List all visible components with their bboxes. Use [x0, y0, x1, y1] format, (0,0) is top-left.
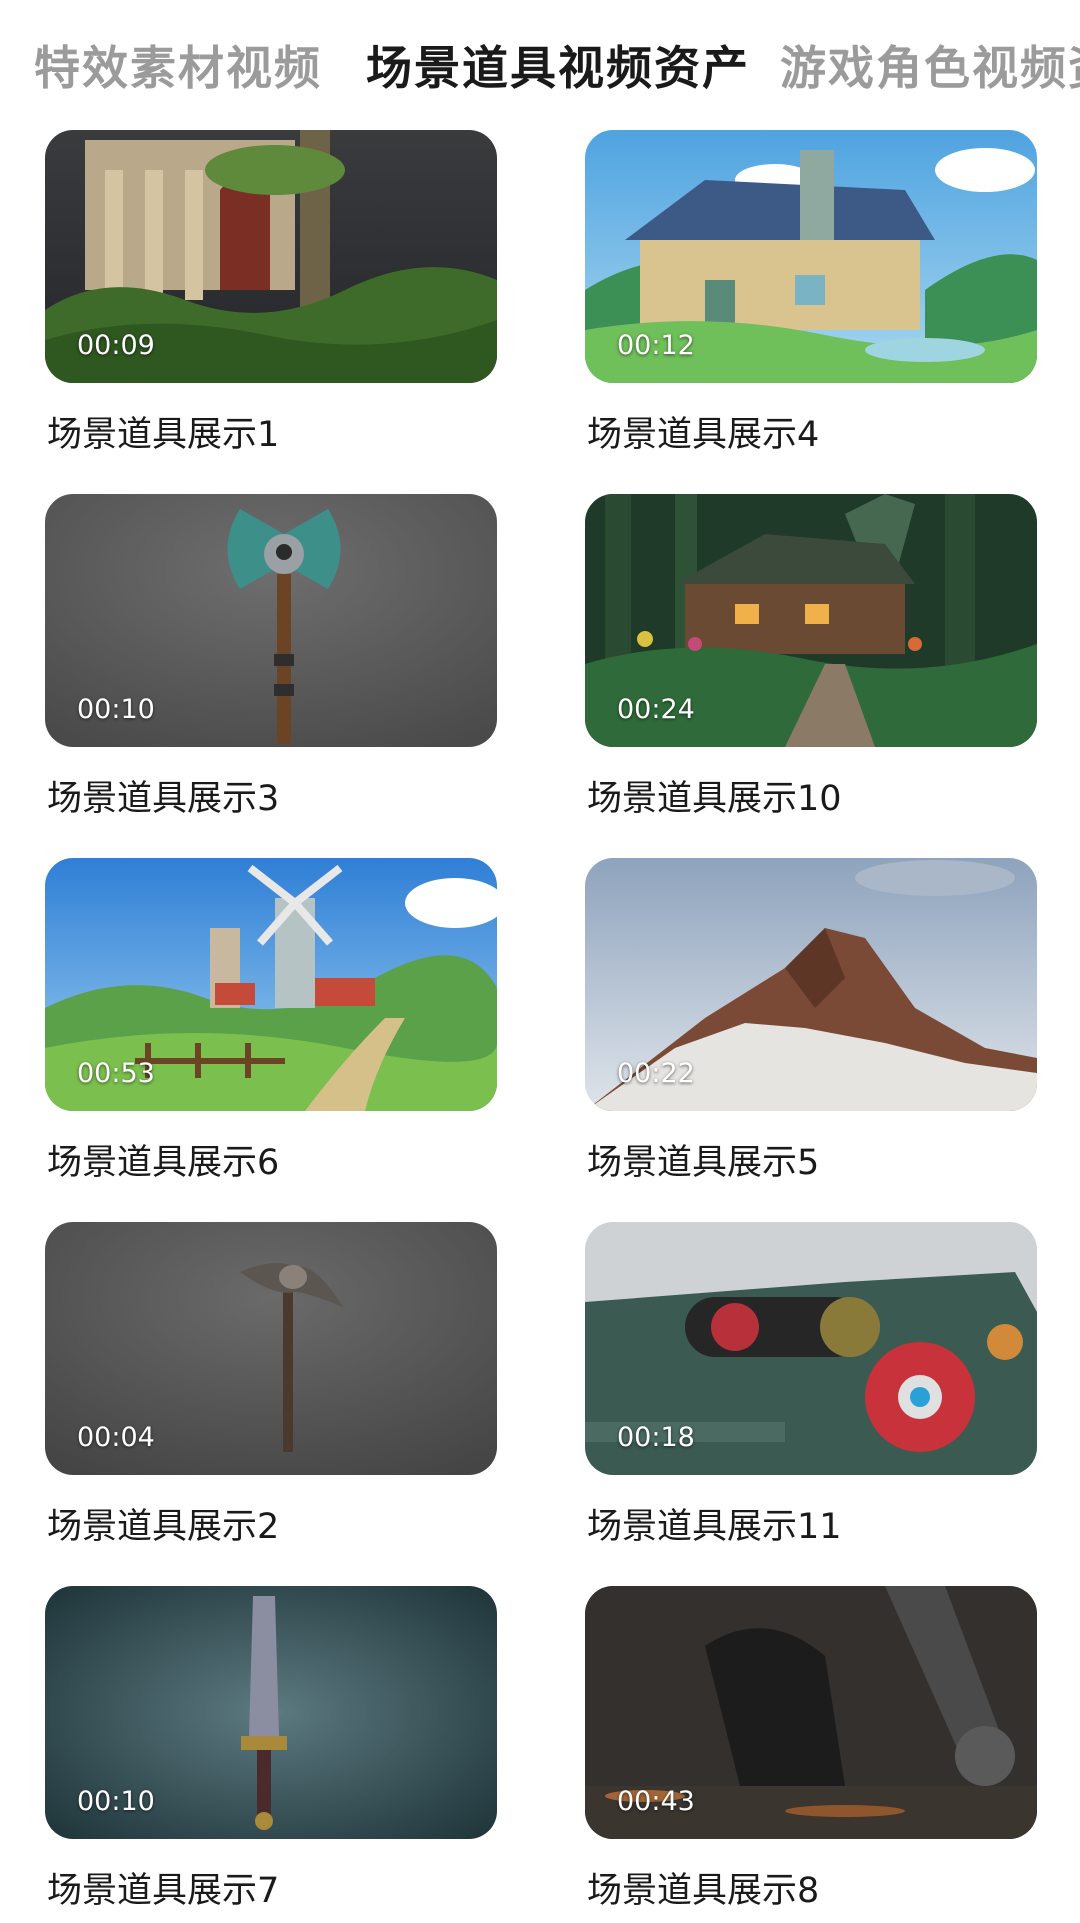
video-title[interactable]: 场景道具展示6 — [47, 1134, 279, 1185]
mountain-icon[interactable]: 00:22 — [585, 858, 1037, 1111]
video-title[interactable]: 场景道具展示4 — [587, 406, 819, 457]
video-card[interactable]: 00:10 场景道具展示3 — [45, 494, 497, 824]
duration-label: 00:04 — [77, 1422, 155, 1453]
video-title[interactable]: 场景道具展示8 — [587, 1862, 819, 1913]
video-title[interactable]: 场景道具展示5 — [587, 1134, 819, 1185]
duration-label: 00:10 — [77, 1786, 155, 1817]
windmill-icon[interactable]: 00:53 — [45, 858, 497, 1111]
ruins-icon[interactable]: 00:09 — [45, 130, 497, 383]
video-title[interactable]: 场景道具展示1 — [47, 406, 279, 457]
duration-label: 00:43 — [617, 1786, 695, 1817]
video-title[interactable]: 场景道具展示10 — [587, 770, 842, 821]
duration-label: 00:12 — [617, 330, 695, 361]
video-card[interactable]: 00:22 场景道具展示5 — [585, 858, 1037, 1188]
sword-icon[interactable]: 00:10 — [45, 1586, 497, 1839]
video-card[interactable]: 00:09 场景道具展示1 — [45, 130, 497, 460]
duration-label: 00:22 — [617, 1058, 695, 1089]
video-card[interactable]: 00:18 场景道具展示11 — [585, 1222, 1037, 1552]
video-title[interactable]: 场景道具展示7 — [47, 1862, 279, 1913]
axe-icon[interactable]: 00:10 — [45, 494, 497, 747]
duration-label: 00:24 — [617, 694, 695, 725]
video-card[interactable]: 00:53 场景道具展示6 — [45, 858, 497, 1188]
duration-label: 00:09 — [77, 330, 155, 361]
duration-label: 00:10 — [77, 694, 155, 725]
duration-label: 00:18 — [617, 1422, 695, 1453]
video-title[interactable]: 场景道具展示3 — [47, 770, 279, 821]
pickaxe-icon[interactable]: 00:04 — [45, 1222, 497, 1475]
machine-icon[interactable]: 00:18 — [585, 1222, 1037, 1475]
duration-label: 00:53 — [77, 1058, 155, 1089]
video-grid: 00:09 场景道具展示1 00:12 场景道具展示4 00:10 场景道具展示… — [0, 0, 1080, 1923]
video-card[interactable]: 00:04 场景道具展示2 — [45, 1222, 497, 1552]
forest-cabin-icon[interactable]: 00:24 — [585, 494, 1037, 747]
video-card[interactable]: 00:24 场景道具展示10 — [585, 494, 1037, 824]
video-card[interactable]: 00:43 场景道具展示8 — [585, 1586, 1037, 1916]
video-title[interactable]: 场景道具展示11 — [587, 1498, 842, 1549]
mech-icon[interactable]: 00:43 — [585, 1586, 1037, 1839]
video-card[interactable]: 00:12 场景道具展示4 — [585, 130, 1037, 460]
cottage-icon[interactable]: 00:12 — [585, 130, 1037, 383]
video-title[interactable]: 场景道具展示2 — [47, 1498, 279, 1549]
video-card[interactable]: 00:10 场景道具展示7 — [45, 1586, 497, 1916]
